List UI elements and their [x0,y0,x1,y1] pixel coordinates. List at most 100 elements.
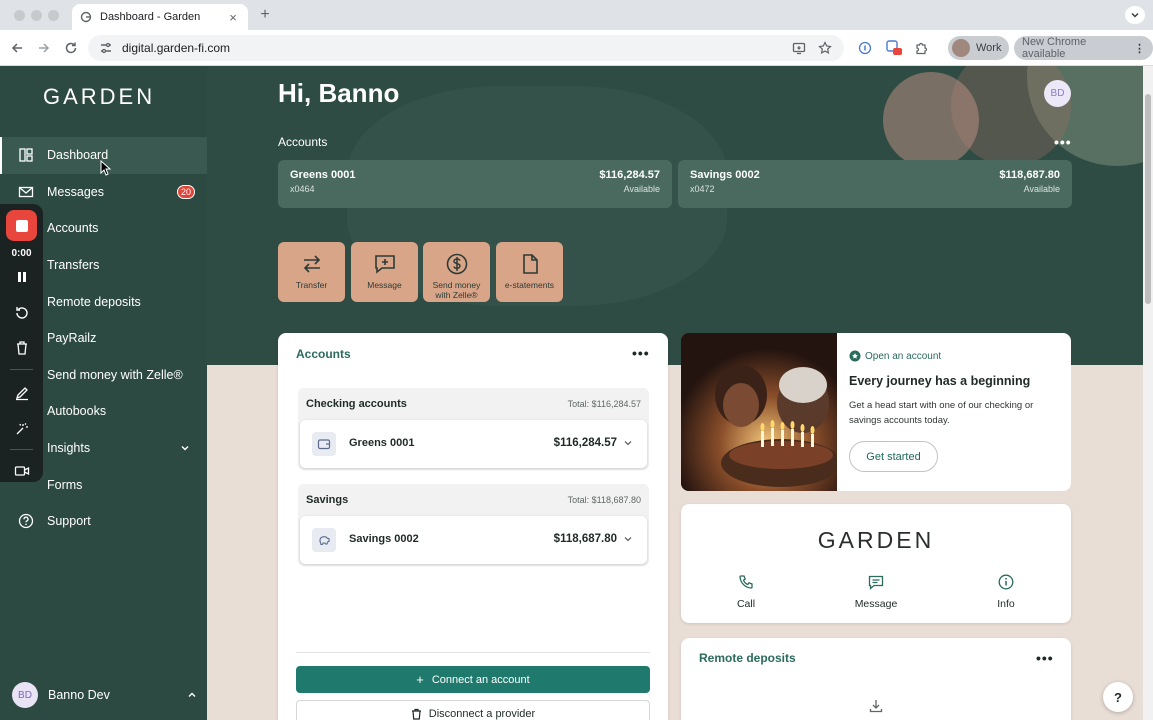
transfer-icon [300,252,324,276]
scrollbar-thumb[interactable] [1145,94,1151,304]
extensions-puzzle-icon[interactable] [912,39,930,57]
update-label: New Chrome available [1022,36,1087,60]
group-title: Checking accounts [306,398,407,410]
promo-tag-label: Open an account [865,350,942,362]
password-manager-icon[interactable] [856,39,874,57]
quick-action-label: e-statements [504,280,555,290]
sidebar-item-label: Insights [47,441,91,456]
message-button[interactable]: Message [836,574,916,610]
promo-title: Every journey has a beginning [849,374,1031,388]
account-balance: $118,687.80 [999,169,1060,181]
quick-action-zelle[interactable]: Send money with Zelle® [423,242,490,302]
tab-search-chevron-icon[interactable] [1125,6,1145,24]
quick-action-e-statements[interactable]: e-statements [496,242,563,302]
connect-label: Connect an account [431,673,530,686]
account-balance: $116,284.57 [599,169,660,181]
disconnect-label: Disconnect a provider [428,707,536,720]
connect-account-button[interactable]: + Connect an account [296,666,650,693]
plus-icon: + [416,672,424,687]
window-zoom-dot[interactable] [48,10,59,21]
site-settings-icon[interactable] [98,40,114,56]
account-summary-card[interactable]: Greens 0001 x0464 $116,284.57 Available [278,160,672,208]
accounts-card-more-icon[interactable]: ••• [632,345,650,361]
accounts-more-icon[interactable]: ••• [1054,134,1072,150]
account-balance: $116,284.57 [553,437,617,449]
chevron-down-icon[interactable] [623,438,633,448]
sidebar-item-label: Dashboard [47,148,109,163]
forward-arrow-icon[interactable] [35,39,53,57]
install-app-icon[interactable] [790,39,808,57]
profile-chip[interactable]: Work [948,36,1010,60]
list-item[interactable]: Greens 0001 $116,284.57 [300,420,647,468]
browser-tab-active[interactable]: Dashboard - Garden × [72,4,248,30]
account-name: Greens 0001 [349,437,415,449]
update-chrome-button[interactable]: New Chrome available ⋮ [1014,36,1153,60]
sidebar-item-label: Send money with Zelle® [47,367,183,382]
tab-close-icon[interactable]: × [226,10,240,25]
window-minimize-dot[interactable] [31,10,42,21]
get-started-button[interactable]: Get started [849,441,938,472]
record-stop-button[interactable] [6,210,37,241]
wallet-icon [312,432,336,456]
garden-favicon-icon [80,11,92,23]
list-item[interactable]: Savings 0002 $118,687.80 [300,516,647,564]
new-tab-icon[interactable]: + [256,6,274,24]
chevron-down-icon[interactable] [179,442,191,454]
remote-deposits-title[interactable]: Remote deposits [699,651,796,665]
sidebar-item-label: Support [47,514,91,529]
trash-icon [411,708,422,720]
user-menu[interactable]: BD Banno Dev [12,680,198,710]
trash-icon[interactable] [13,339,31,357]
sidebar-item-label: Autobooks [47,404,107,419]
quick-action-transfer[interactable]: Transfer [278,242,345,302]
help-button[interactable]: ? [1103,682,1133,712]
page-scrollbar[interactable] [1143,66,1153,720]
download-icon[interactable] [868,698,884,714]
profile-label: Work [976,42,1002,54]
group-title: Savings [306,494,349,506]
quick-action-message[interactable]: Message [351,242,418,302]
account-name: Savings 0002 [690,169,760,181]
camera-icon[interactable] [13,462,31,480]
pause-icon[interactable] [13,268,31,286]
sidebar-item-label: Transfers [47,258,100,273]
sidebar-item-support[interactable]: Support [0,503,207,540]
back-arrow-icon[interactable] [8,39,26,57]
garden-logo: GARDEN [817,527,935,553]
quick-action-label: Transfer [295,280,328,290]
restart-icon[interactable] [13,304,31,322]
mail-icon [18,184,34,200]
chevron-down-icon[interactable] [623,534,633,544]
info-icon [998,574,1014,590]
bookmark-star-icon[interactable] [816,39,834,57]
group-total: Total: $118,687.80 [567,495,641,505]
effects-icon[interactable] [13,420,31,438]
reload-icon[interactable] [62,39,80,57]
contact-label: Call [736,598,756,610]
window-close-dot[interactable] [14,10,25,21]
accounts-card-title[interactable]: Accounts [296,347,351,361]
promo-image [681,333,837,491]
contact-label: Info [997,598,1015,610]
garden-logo[interactable]: GARDEN [43,84,155,110]
chrome-menu-icon[interactable]: ⋮ [1134,42,1145,55]
group-total: Total: $116,284.57 [567,399,641,409]
avatar[interactable]: BD [1044,80,1071,107]
account-summary-card[interactable]: Savings 0002 x0472 $118,687.80 Available [678,160,1072,208]
sidebar-item-label: PayRailz [47,331,97,346]
record-timer: 0:00 [11,248,32,259]
info-button[interactable]: Info [966,574,1046,610]
disconnect-provider-button[interactable]: Disconnect a provider [296,700,650,720]
extension-badge-icon[interactable] [885,39,903,57]
message-plus-icon [373,252,397,276]
chevron-up-icon[interactable] [186,689,198,701]
screen-recorder-toolbar: 0:00 [0,204,43,482]
remote-deposits-more-icon[interactable]: ••• [1036,650,1054,666]
contact-label: Message [854,598,898,610]
browser-tab-bar: Dashboard - Garden × + [0,0,1153,30]
address-bar[interactable]: digital.garden-fi.com [88,35,844,61]
pen-icon[interactable] [13,384,31,402]
call-button[interactable]: Call [706,574,786,610]
dashboard-icon [18,147,34,163]
promo-tag: Open an account [849,350,941,362]
